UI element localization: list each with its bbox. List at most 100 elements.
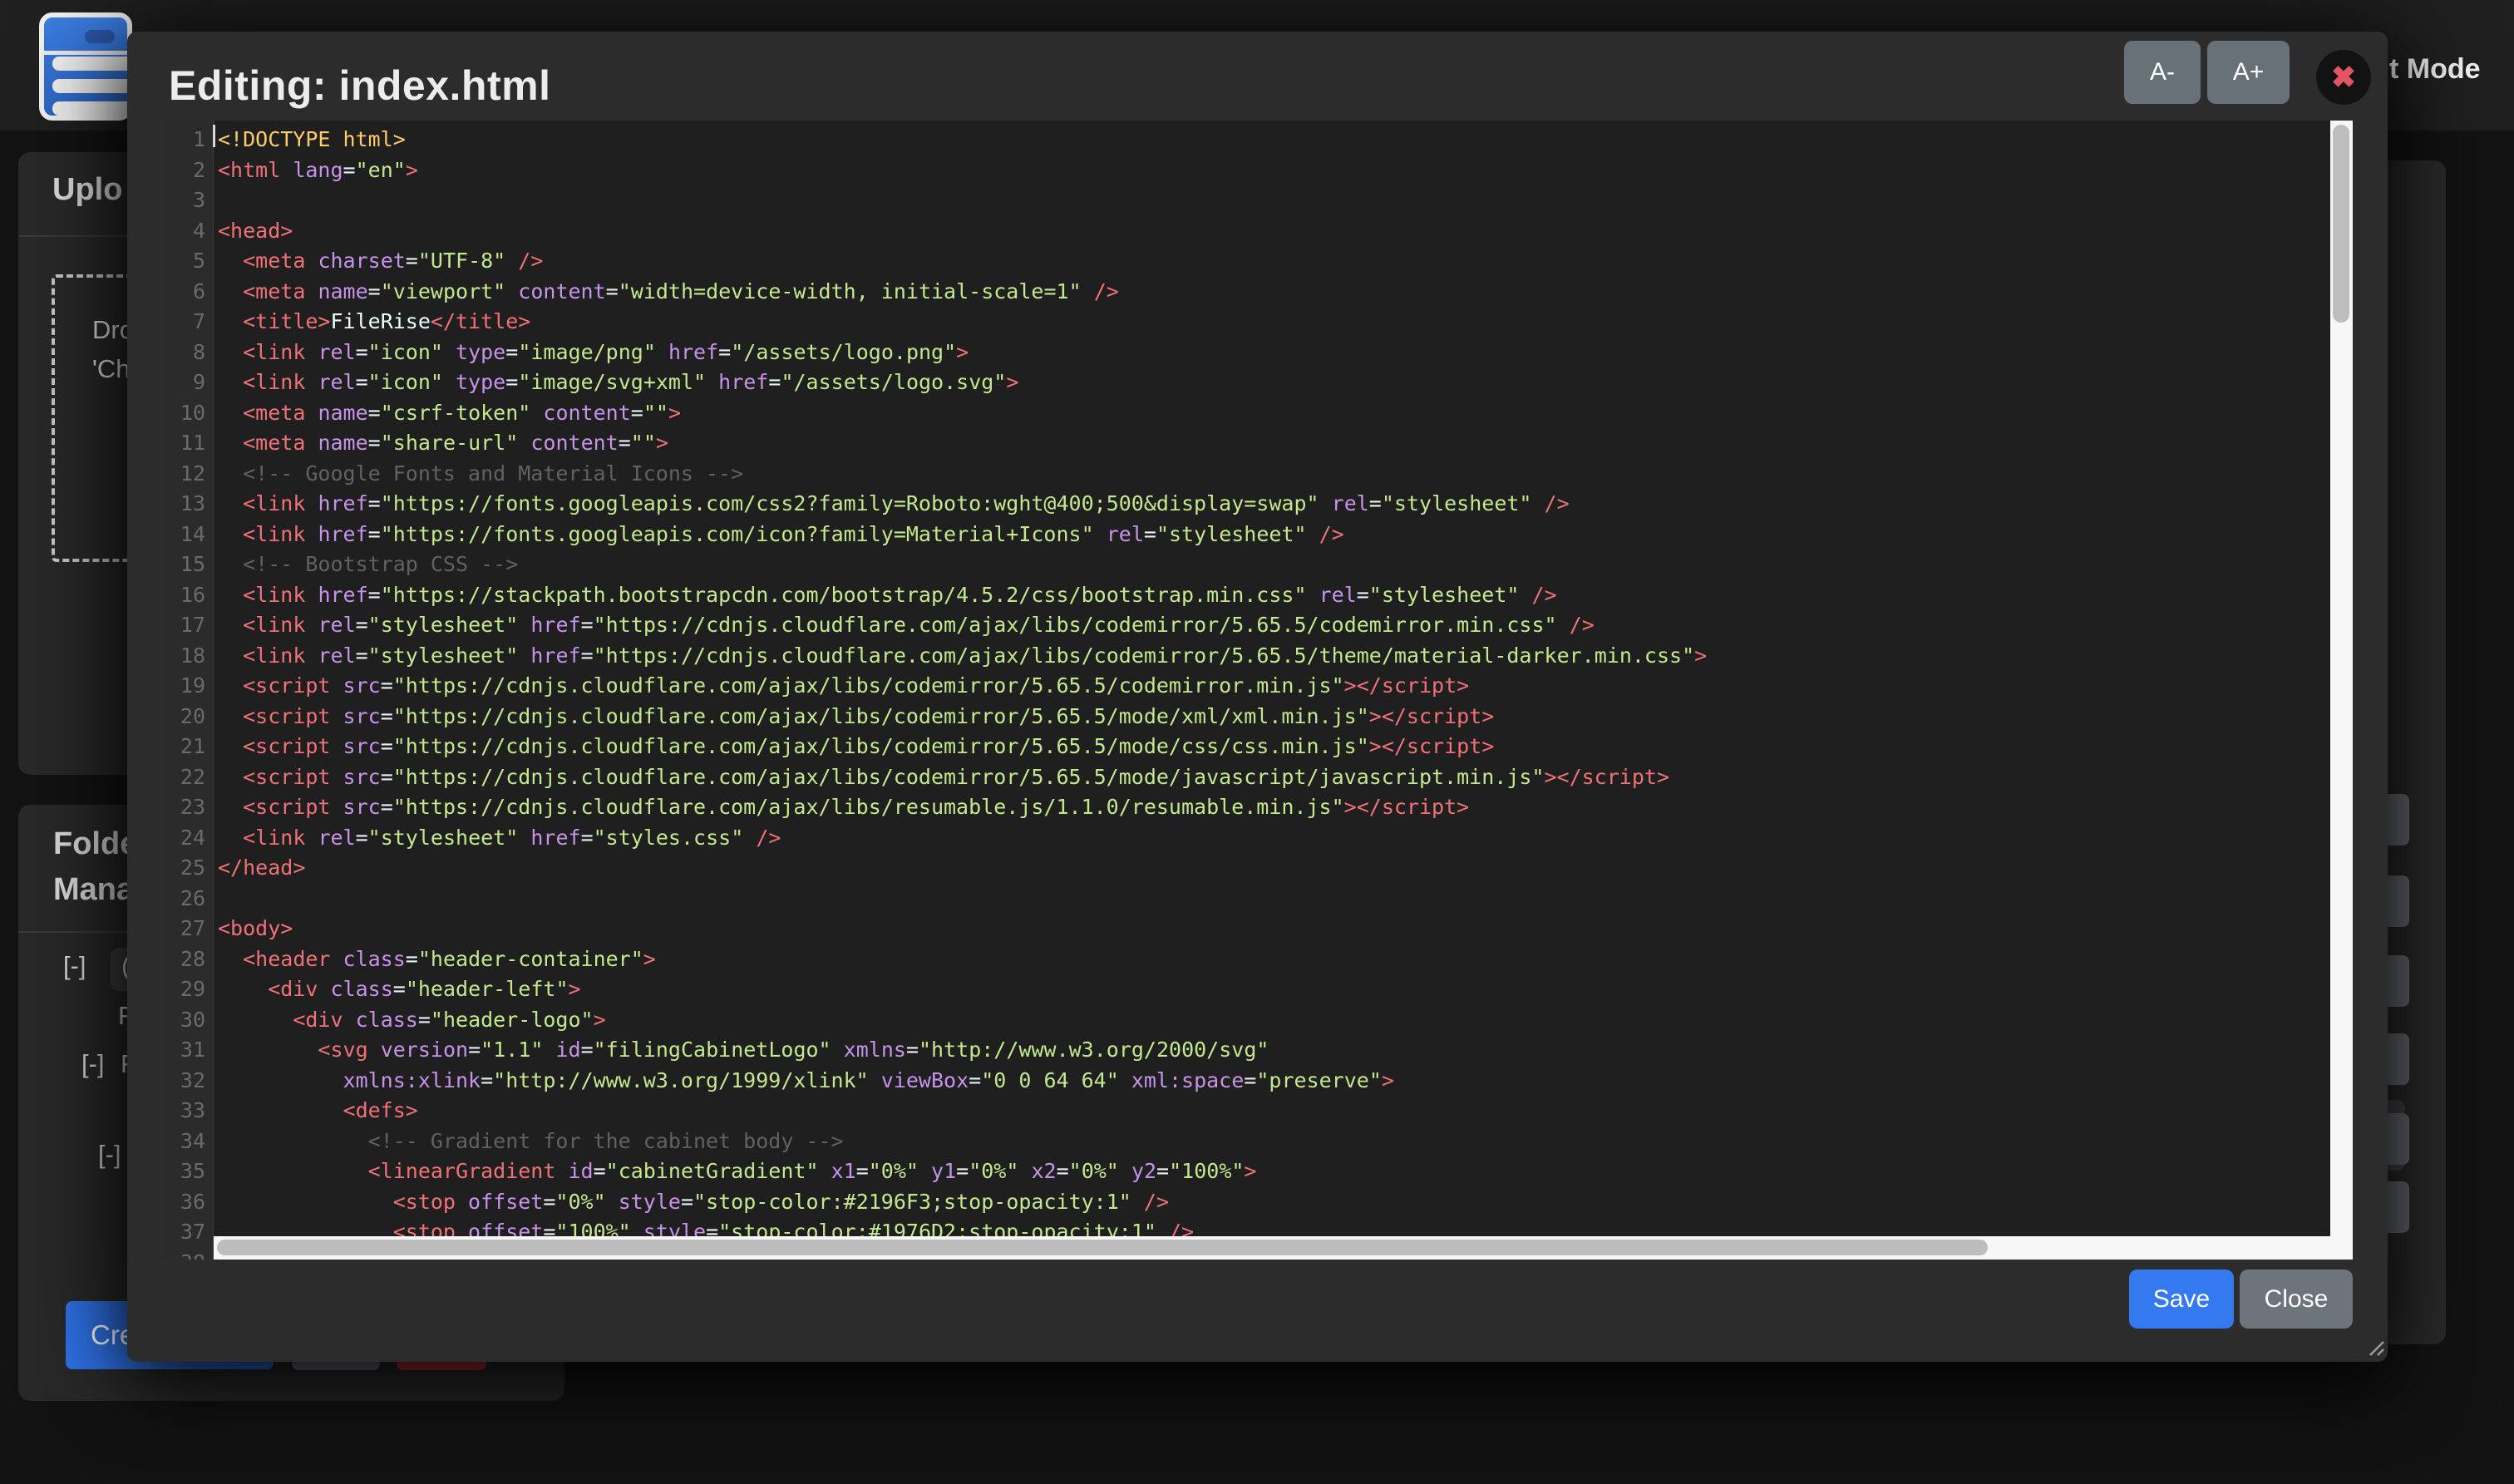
- line-number: 17: [162, 610, 205, 641]
- line-number: 24: [162, 823, 205, 854]
- code-line[interactable]: 5 <meta charset="UTF-8" />: [162, 246, 2353, 277]
- code-text: <body>: [218, 914, 293, 944]
- code-line[interactable]: 22 <script src="https://cdnjs.cloudflare…: [162, 762, 2353, 793]
- code-text: <title>FileRise</title>: [218, 307, 530, 338]
- code-line[interactable]: 29 <div class="header-left">: [162, 974, 2353, 1005]
- code-line[interactable]: 15 <!-- Bootstrap CSS -->: [162, 550, 2353, 580]
- code-line[interactable]: 32 xmlns:xlink="http://www.w3.org/1999/x…: [162, 1066, 2353, 1097]
- code-line[interactable]: 36 <stop offset="0%" style="stop-color:#…: [162, 1187, 2353, 1218]
- code-line[interactable]: 3: [162, 185, 2353, 216]
- code-line[interactable]: 4<head>: [162, 216, 2353, 247]
- line-number: 37: [162, 1217, 205, 1248]
- code-line[interactable]: 21 <script src="https://cdnjs.cloudflare…: [162, 732, 2353, 762]
- line-number: 27: [162, 914, 205, 944]
- close-button[interactable]: Close: [2240, 1270, 2353, 1329]
- filerise-logo-icon: [39, 12, 132, 121]
- code-text: <link href="https://fonts.googleapis.com…: [218, 520, 1344, 550]
- code-text: <header class="header-container">: [218, 944, 656, 975]
- code-line[interactable]: 26: [162, 884, 2353, 915]
- vertical-scrollbar-thumb[interactable]: [2333, 125, 2349, 323]
- tree-toggle[interactable]: [-]: [63, 951, 86, 981]
- code-lines[interactable]: 1<!DOCTYPE html>2<html lang="en">34<head…: [162, 125, 2353, 1260]
- line-number: 25: [162, 853, 205, 884]
- code-line[interactable]: 13 <link href="https://fonts.googleapis.…: [162, 489, 2353, 520]
- code-text: <div class="header-logo">: [218, 1005, 606, 1036]
- code-line[interactable]: 6 <meta name="viewport" content="width=d…: [162, 277, 2353, 308]
- line-number: 1: [162, 125, 205, 155]
- folder-card-title-line2: Mana: [53, 872, 134, 908]
- code-line[interactable]: 27 <body>: [162, 914, 2353, 944]
- cabinet-drawer-icon: [52, 57, 132, 71]
- code-line[interactable]: 34 <!-- Gradient for the cabinet body --…: [162, 1127, 2353, 1157]
- code-text: <script src="https://cdnjs.cloudflare.co…: [218, 671, 1469, 702]
- code-line[interactable]: 19 <script src="https://cdnjs.cloudflare…: [162, 671, 2353, 702]
- line-number: 34: [162, 1127, 205, 1157]
- code-editor[interactable]: 1<!DOCTYPE html>2<html lang="en">34<head…: [162, 121, 2353, 1260]
- code-line[interactable]: 24 <link rel="stylesheet" href="styles.c…: [162, 823, 2353, 854]
- code-line[interactable]: 14 <link href="https://fonts.googleapis.…: [162, 520, 2353, 550]
- save-button[interactable]: Save: [2129, 1270, 2234, 1329]
- code-line[interactable]: 7 <title>FileRise</title>: [162, 307, 2353, 338]
- code-line[interactable]: 35 <linearGradient id="cabinetGradient" …: [162, 1156, 2353, 1187]
- code-text: <meta name="csrf-token" content="">: [218, 398, 681, 429]
- font-increase-button[interactable]: A+: [2207, 41, 2290, 104]
- code-text: <link rel="stylesheet" href="https://cdn…: [218, 610, 1595, 641]
- code-line[interactable]: 11 <meta name="share-url" content="">: [162, 428, 2353, 459]
- horizontal-scrollbar[interactable]: [214, 1236, 2353, 1260]
- code-text: <meta charset="UTF-8" />: [218, 246, 543, 277]
- code-text: <!-- Bootstrap CSS -->: [218, 550, 518, 580]
- code-text: <script src="https://cdnjs.cloudflare.co…: [218, 762, 1669, 793]
- code-text: <head>: [218, 216, 293, 247]
- code-text: <script src="https://cdnjs.cloudflare.co…: [218, 732, 1494, 762]
- code-line[interactable]: 1<!DOCTYPE html>: [162, 125, 2353, 155]
- code-text: <script src="https://cdnjs.cloudflare.co…: [218, 702, 1494, 732]
- line-number: 23: [162, 792, 205, 823]
- code-line[interactable]: 10 <meta name="csrf-token" content="">: [162, 398, 2353, 429]
- tree-toggle[interactable]: [-]: [81, 1049, 105, 1079]
- mode-toggle-label[interactable]: t Mode: [2389, 53, 2481, 86]
- code-line[interactable]: 25 </head>: [162, 853, 2353, 884]
- code-text: <meta name="share-url" content="">: [218, 428, 668, 459]
- code-line[interactable]: 12 <!-- Google Fonts and Material Icons …: [162, 459, 2353, 490]
- resize-grip-icon[interactable]: [2362, 1334, 2385, 1357]
- code-line[interactable]: 17 <link rel="stylesheet" href="https://…: [162, 610, 2353, 641]
- code-text: <stop offset="0%" style="stop-color:#219…: [218, 1187, 1169, 1218]
- line-number: 16: [162, 580, 205, 611]
- upload-card-title: Uplo: [52, 172, 122, 208]
- line-number: 14: [162, 520, 205, 550]
- line-number: 33: [162, 1096, 205, 1127]
- cabinet-drawer-icon: [52, 79, 132, 93]
- code-line[interactable]: 33 <defs>: [162, 1096, 2353, 1127]
- line-number: 12: [162, 459, 205, 490]
- modal-title: Editing: index.html: [169, 62, 550, 110]
- tree-toggle[interactable]: [-]: [98, 1140, 121, 1170]
- code-line[interactable]: 8 <link rel="icon" type="image/png" href…: [162, 338, 2353, 368]
- line-number: 20: [162, 702, 205, 732]
- horizontal-scrollbar-thumb[interactable]: [217, 1240, 1988, 1255]
- code-line[interactable]: 9 <link rel="icon" type="image/svg+xml" …: [162, 367, 2353, 398]
- code-line[interactable]: 18 <link rel="stylesheet" href="https://…: [162, 641, 2353, 672]
- code-line[interactable]: 28 <header class="header-container">: [162, 944, 2353, 975]
- code-line[interactable]: 23 <script src="https://cdnjs.cloudflare…: [162, 792, 2353, 823]
- folder-card-title-line1: Folde: [53, 826, 137, 862]
- code-text: </head>: [218, 853, 305, 884]
- line-number: 30: [162, 1005, 205, 1036]
- line-number: 26: [162, 884, 205, 915]
- font-decrease-button[interactable]: A-: [2124, 41, 2201, 104]
- code-text: <svg version="1.1" id="filingCabinetLogo…: [218, 1035, 1269, 1066]
- code-text: <link rel="stylesheet" href="https://cdn…: [218, 641, 1707, 672]
- code-line[interactable]: 2<html lang="en">: [162, 155, 2353, 186]
- cabinet-top-divider: [44, 51, 127, 55]
- code-text: <link rel="icon" type="image/png" href="…: [218, 338, 969, 368]
- vertical-scrollbar[interactable]: [2330, 121, 2353, 1236]
- code-line[interactable]: 16 <link href="https://stackpath.bootstr…: [162, 580, 2353, 611]
- code-text: <link href="https://stackpath.bootstrapc…: [218, 580, 1557, 611]
- code-line[interactable]: 30 <div class="header-logo">: [162, 1005, 2353, 1036]
- line-number: 21: [162, 732, 205, 762]
- line-number: 15: [162, 550, 205, 580]
- code-line[interactable]: 31 <svg version="1.1" id="filingCabinetL…: [162, 1035, 2353, 1066]
- close-icon[interactable]: ✖: [2316, 50, 2371, 105]
- line-number: 19: [162, 671, 205, 702]
- code-line[interactable]: 20 <script src="https://cdnjs.cloudflare…: [162, 702, 2353, 732]
- line-number: 32: [162, 1066, 205, 1097]
